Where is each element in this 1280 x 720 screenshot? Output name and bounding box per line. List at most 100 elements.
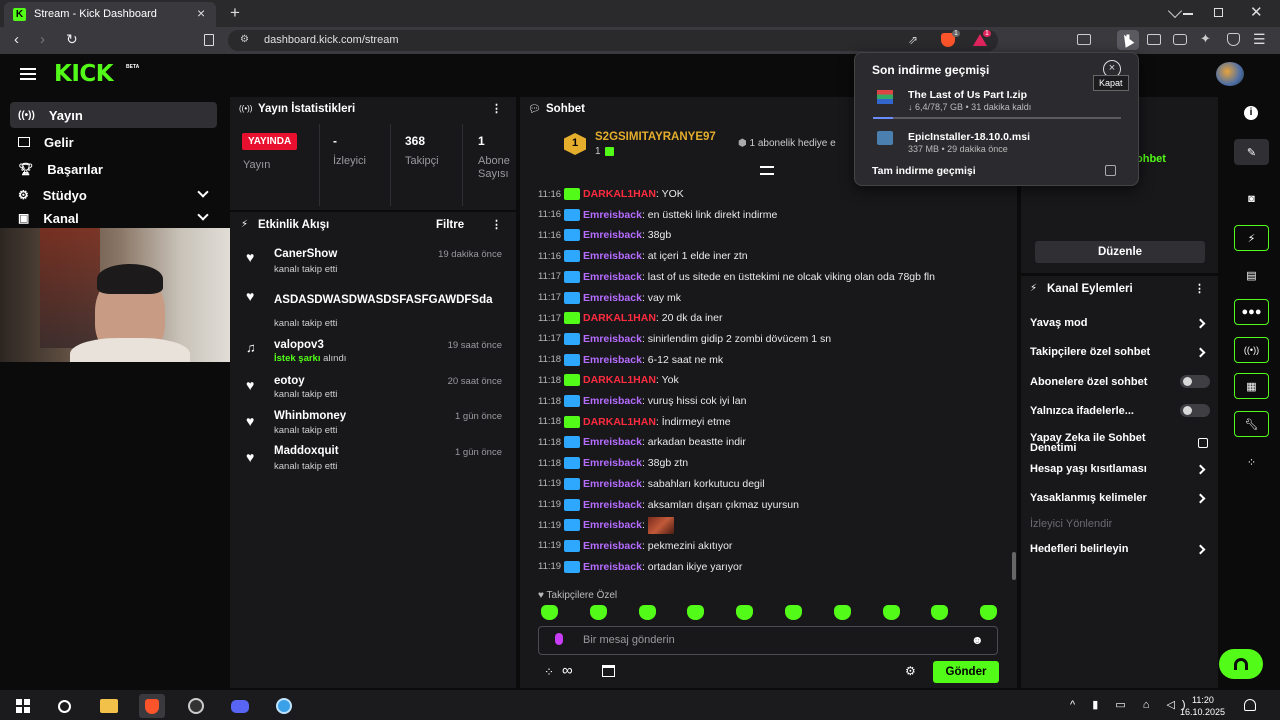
chat-message[interactable]: 11:18 Emreisback: 38gb ztn: [538, 453, 1008, 473]
community-icon[interactable]: ⁘: [544, 665, 554, 679]
layout-button[interactable]: ▦: [1234, 373, 1269, 399]
list-item[interactable]: ♥ ASDASDWASDWASDSFASFGAWDFSda kanalı tak…: [240, 285, 510, 331]
site-info-icon[interactable]: ⚙: [240, 34, 249, 45]
message-username[interactable]: Emreisback: [583, 457, 642, 469]
more-options-icon[interactable]: ⋮: [1194, 282, 1205, 295]
download-name[interactable]: EpicInstaller-18.10.0.msi: [908, 131, 1030, 143]
kick-logo[interactable]: KICK: [54, 61, 114, 87]
sidebar-item-kanal[interactable]: ▣ Kanal: [10, 209, 217, 227]
message-username[interactable]: Emreisback: [583, 519, 642, 531]
message-username[interactable]: Emreisback: [583, 229, 642, 241]
obs-icon[interactable]: [183, 694, 209, 718]
wallet-icon[interactable]: [1173, 34, 1187, 45]
tools-button[interactable]: 🔧︎: [1234, 411, 1269, 437]
chat-button[interactable]: ●●●: [1234, 299, 1269, 325]
back-icon[interactable]: ‹: [14, 31, 19, 48]
list-item[interactable]: ♥ CanerShow kanalı takip etti 19 dakika …: [240, 244, 510, 278]
message-username[interactable]: Emreisback: [583, 354, 642, 366]
message-username[interactable]: DARKAL1HAN: [583, 374, 656, 386]
minimize-icon[interactable]: [1183, 13, 1193, 15]
chat-message[interactable]: 11:17 Emreisback: vay mk: [538, 288, 1008, 308]
chat-input[interactable]: Bir mesaj gönderin ☻: [538, 626, 998, 655]
more-options-icon[interactable]: ⋮: [491, 218, 502, 231]
forward-icon[interactable]: ›: [40, 31, 45, 48]
emote-icon[interactable]: [882, 605, 900, 620]
message-username[interactable]: Emreisback: [583, 292, 642, 304]
chat-message[interactable]: 11:17 Emreisback: sinirlendim gidip 2 zom…: [538, 329, 1008, 349]
chat-message[interactable]: 11:19 Emreisback: pekmezini akıtıyor: [538, 536, 1008, 556]
chat-message[interactable]: 11:19 Emreisback: ortadan ikiye yarıyor: [538, 557, 1008, 577]
toggle-switch[interactable]: [1180, 375, 1210, 388]
info-icon[interactable]: i: [1244, 106, 1258, 120]
message-username[interactable]: Emreisback: [583, 333, 642, 345]
emote-icon[interactable]: [589, 605, 607, 620]
channel-action-item[interactable]: Abonelere özel sohbet: [1030, 375, 1210, 388]
message-username[interactable]: Emreisback: [583, 478, 642, 490]
channel-action-item[interactable]: Yapay Zeka ile Sohbet Denetimi: [1030, 433, 1210, 454]
message-username[interactable]: DARKAL1HAN: [583, 416, 656, 428]
message-username[interactable]: Emreisback: [583, 250, 642, 262]
file-explorer-icon[interactable]: [96, 694, 122, 718]
collapse-pinned-icon[interactable]: [760, 166, 774, 175]
emoji-picker-icon[interactable]: ☻: [971, 633, 984, 647]
download-name[interactable]: The Last of Us Part I.zip: [908, 89, 1027, 101]
list-item[interactable]: ♫ valopov3 İstek şarkı alındı 19 saat ön…: [240, 336, 510, 370]
channel-action-item[interactable]: Yavaş mod: [1030, 317, 1210, 329]
address-bar[interactable]: ⚙ dashboard.kick.com/stream ⇗ 1 1: [228, 30, 998, 51]
sidebar-toggle-icon[interactable]: [1147, 34, 1161, 45]
chat-settings-icon[interactable]: ⚙: [905, 664, 916, 678]
close-window-icon[interactable]: ✕: [1250, 3, 1263, 21]
chat-message[interactable]: 11:16 Emreisback: en üstteki link direkt …: [538, 205, 1008, 225]
search-icon[interactable]: [51, 694, 77, 718]
lightning-button[interactable]: ⚡︎: [1234, 225, 1269, 251]
chat-message[interactable]: 11:17 Emreisback: last of us sitede en üs…: [538, 267, 1008, 287]
message-username[interactable]: Emreisback: [583, 271, 642, 283]
sidebar-item-basarilar[interactable]: 🏆︎ Başarılar: [10, 156, 217, 182]
leo-ai-icon[interactable]: ✦: [1200, 31, 1211, 47]
user-avatar[interactable]: [1216, 62, 1244, 86]
vpn-icon[interactable]: [1227, 33, 1240, 46]
message-username[interactable]: Emreisback: [583, 436, 642, 448]
chat-message[interactable]: 11:18 Emreisback: arkadan beastte indir: [538, 432, 1008, 452]
more-options-icon[interactable]: ⋮: [491, 102, 502, 115]
chat-message[interactable]: 11:16 Emreisback: 38gb: [538, 225, 1008, 245]
chat-message[interactable]: 11:18 Emreisback: 6-12 saat ne mk: [538, 350, 1008, 370]
chat-message[interactable]: 11:18 DARKAL1HAN: Yok: [538, 370, 1008, 390]
close-tab-icon[interactable]: ×: [197, 5, 205, 21]
new-tab-icon[interactable]: +: [230, 3, 240, 23]
sidebar-item-yayin[interactable]: ((•)) Yayın: [10, 102, 217, 128]
full-history-link[interactable]: Tam indirme geçmişi: [872, 165, 976, 177]
chat-message[interactable]: 11:17 DARKAL1HAN: 20 dk da iner: [538, 308, 1008, 328]
channel-action-item[interactable]: Takipçilere özel sohbet: [1030, 346, 1210, 358]
camera-button[interactable]: ◙: [1234, 186, 1269, 212]
message-username[interactable]: Emreisback: [583, 209, 642, 221]
message-username[interactable]: DARKAL1HAN: [583, 312, 656, 324]
reload-icon[interactable]: ↻: [66, 31, 78, 48]
channel-action-item[interactable]: Yalnızca ifadelerle...: [1030, 404, 1210, 417]
reader-mode-icon[interactable]: [1077, 34, 1091, 45]
emote-icon[interactable]: [785, 605, 802, 620]
chat-message[interactable]: 11:18 DARKAL1HAN: İndirmeyi etme: [538, 412, 1008, 432]
microphone-icon[interactable]: [555, 633, 563, 645]
store-icon[interactable]: [602, 665, 615, 677]
channel-action-item[interactable]: Hesap yaşı kısıtlaması: [1030, 463, 1210, 475]
message-username[interactable]: Emreisback: [583, 395, 642, 407]
message-username[interactable]: Emreisback: [583, 540, 642, 552]
brave-browser-icon[interactable]: [139, 694, 165, 718]
message-username[interactable]: DARKAL1HAN: [583, 188, 656, 200]
sidebar-item-gelir[interactable]: Gelir: [10, 129, 217, 155]
chat-message[interactable]: 11:16 Emreisback: at içeri 1 elde iner zt…: [538, 246, 1008, 266]
browser-tab[interactable]: K Stream - Kick Dashboard ×: [4, 2, 216, 27]
bookmark-icon[interactable]: [204, 34, 214, 46]
hamburger-icon[interactable]: [20, 68, 36, 80]
send-button[interactable]: Gönder: [933, 661, 999, 683]
edit-button[interactable]: Düzenle: [1035, 241, 1205, 263]
message-username[interactable]: Emreisback: [583, 499, 642, 511]
toggle-switch[interactable]: [1180, 404, 1210, 417]
emote-icon[interactable]: [833, 605, 851, 620]
community-button[interactable]: ⁘: [1234, 449, 1269, 475]
external-link-icon[interactable]: [1105, 165, 1116, 176]
emote-icon[interactable]: [638, 605, 656, 620]
app-icon[interactable]: [271, 694, 297, 718]
chat-scrollbar[interactable]: [1012, 552, 1016, 580]
